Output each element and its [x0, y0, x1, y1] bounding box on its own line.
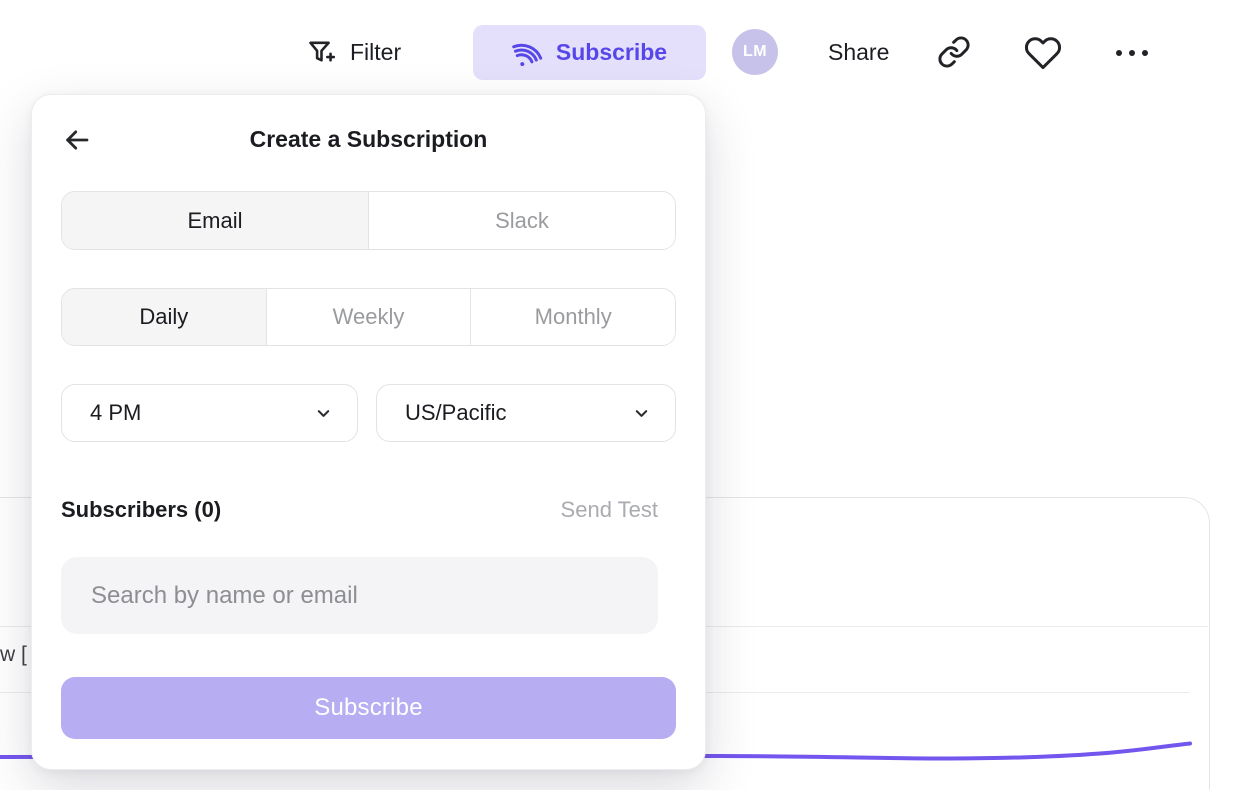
subscribe-submit-button[interactable]: Subscribe — [61, 677, 676, 739]
timezone-select[interactable]: US/Pacific — [376, 384, 676, 442]
tab-slack[interactable]: Slack — [368, 192, 675, 249]
share-button[interactable]: Share — [828, 28, 889, 76]
chevron-down-icon — [314, 404, 333, 423]
favorite-button[interactable] — [1023, 33, 1063, 73]
more-options-button[interactable] — [1112, 44, 1152, 62]
subscribers-row: Subscribers (0) Send Test — [61, 495, 658, 525]
timezone-select-value: US/Pacific — [405, 400, 506, 426]
subscribers-count-label: Subscribers (0) — [61, 497, 221, 523]
ellipsis-icon — [1116, 50, 1122, 56]
tab-monthly[interactable]: Monthly — [470, 289, 675, 345]
link-icon — [937, 35, 971, 69]
subscriber-search-input[interactable] — [61, 557, 658, 634]
heart-icon — [1024, 34, 1062, 72]
time-select-value: 4 PM — [90, 400, 141, 426]
subscribe-label: Subscribe — [556, 39, 667, 66]
time-select[interactable]: 4 PM — [61, 384, 358, 442]
subscribe-button[interactable]: Subscribe — [473, 25, 706, 80]
page: w [ Filter S — [0, 0, 1234, 790]
modal-title: Create a Subscription — [32, 126, 705, 153]
tab-email[interactable]: Email — [62, 192, 368, 249]
copy-link-button[interactable] — [936, 34, 972, 70]
create-subscription-modal: Create a Subscription Email Slack Daily … — [31, 94, 706, 770]
toolbar: Filter Subscribe LM Share — [0, 0, 1234, 90]
frequency-tabs: Daily Weekly Monthly — [61, 288, 676, 346]
avatar-initials: LM — [743, 43, 767, 61]
filter-plus-icon — [306, 37, 337, 68]
channel-tabs: Email Slack — [61, 191, 676, 250]
filter-label: Filter — [350, 39, 401, 66]
avatar[interactable]: LM — [732, 29, 778, 75]
filter-button[interactable]: Filter — [306, 28, 401, 76]
rss-icon — [507, 33, 546, 72]
chevron-down-icon — [632, 404, 651, 423]
send-test-button[interactable]: Send Test — [561, 497, 658, 523]
tab-weekly[interactable]: Weekly — [266, 289, 471, 345]
clipped-background-text: w [ — [0, 643, 27, 667]
tab-daily[interactable]: Daily — [62, 289, 266, 345]
